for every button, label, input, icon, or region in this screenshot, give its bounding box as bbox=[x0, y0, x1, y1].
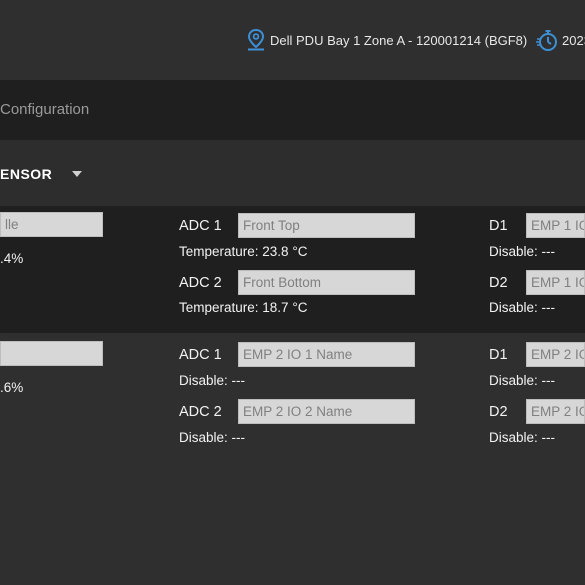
dio-readout: Disable: --- bbox=[489, 430, 556, 445]
dio-name-field[interactable]: EMP 1 IO bbox=[526, 270, 585, 295]
section-title[interactable]: ENSOR bbox=[0, 166, 52, 182]
dio-readout: Disable: --- bbox=[489, 300, 556, 315]
dio-readout: Disable: --- bbox=[489, 373, 556, 388]
timestamp: 2023 bbox=[536, 28, 585, 52]
dio-label: D2 bbox=[489, 275, 508, 291]
stopwatch-icon bbox=[536, 30, 557, 51]
device-location: Dell PDU Bay 1 Zone A - 120001214 (BGF8) bbox=[247, 28, 527, 52]
sensor-row-2 bbox=[0, 333, 585, 585]
adc-name-field[interactable]: EMP 2 IO 2 Name bbox=[238, 399, 415, 424]
sensor-name-field[interactable]: lle bbox=[0, 212, 103, 237]
device-location-text: Dell PDU Bay 1 Zone A - 120001214 (BGF8) bbox=[270, 32, 528, 48]
dio-label: D1 bbox=[489, 218, 508, 234]
sensor-name-field[interactable] bbox=[0, 341, 103, 366]
section-header bbox=[0, 140, 585, 206]
dio-name-field[interactable]: EMP 1 IO bbox=[526, 213, 585, 238]
sensor-humidity-value: .6% bbox=[0, 380, 24, 395]
dio-name-field[interactable]: EMP 2 IO bbox=[526, 342, 585, 367]
dio-label: D1 bbox=[489, 347, 508, 363]
adc-readout: Temperature: 18.7 °C bbox=[179, 300, 308, 315]
dio-name-field[interactable]: EMP 2 IO bbox=[526, 399, 585, 424]
location-pin-icon bbox=[247, 29, 265, 51]
caret-down-icon[interactable] bbox=[72, 171, 82, 177]
adc-readout: Temperature: 23.8 °C bbox=[179, 244, 308, 259]
adc-label: ADC 1 bbox=[179, 218, 222, 234]
timestamp-text: 2023 bbox=[562, 32, 585, 48]
adc-label: ADC 2 bbox=[179, 404, 222, 420]
adc-name-field[interactable]: Front Top bbox=[238, 213, 415, 238]
adc-label: ADC 1 bbox=[179, 347, 222, 363]
dio-readout: Disable: --- bbox=[489, 244, 556, 259]
tab-configuration[interactable]: Configuration bbox=[0, 101, 89, 118]
dio-label: D2 bbox=[489, 404, 508, 420]
adc-readout: Disable: --- bbox=[179, 430, 246, 445]
adc-readout: Disable: --- bbox=[179, 373, 246, 388]
adc-name-field[interactable]: Front Bottom bbox=[238, 270, 415, 295]
adc-name-field[interactable]: EMP 2 IO 1 Name bbox=[238, 342, 415, 367]
sensor-humidity-value: .4% bbox=[0, 251, 24, 266]
adc-label: ADC 2 bbox=[179, 275, 222, 291]
